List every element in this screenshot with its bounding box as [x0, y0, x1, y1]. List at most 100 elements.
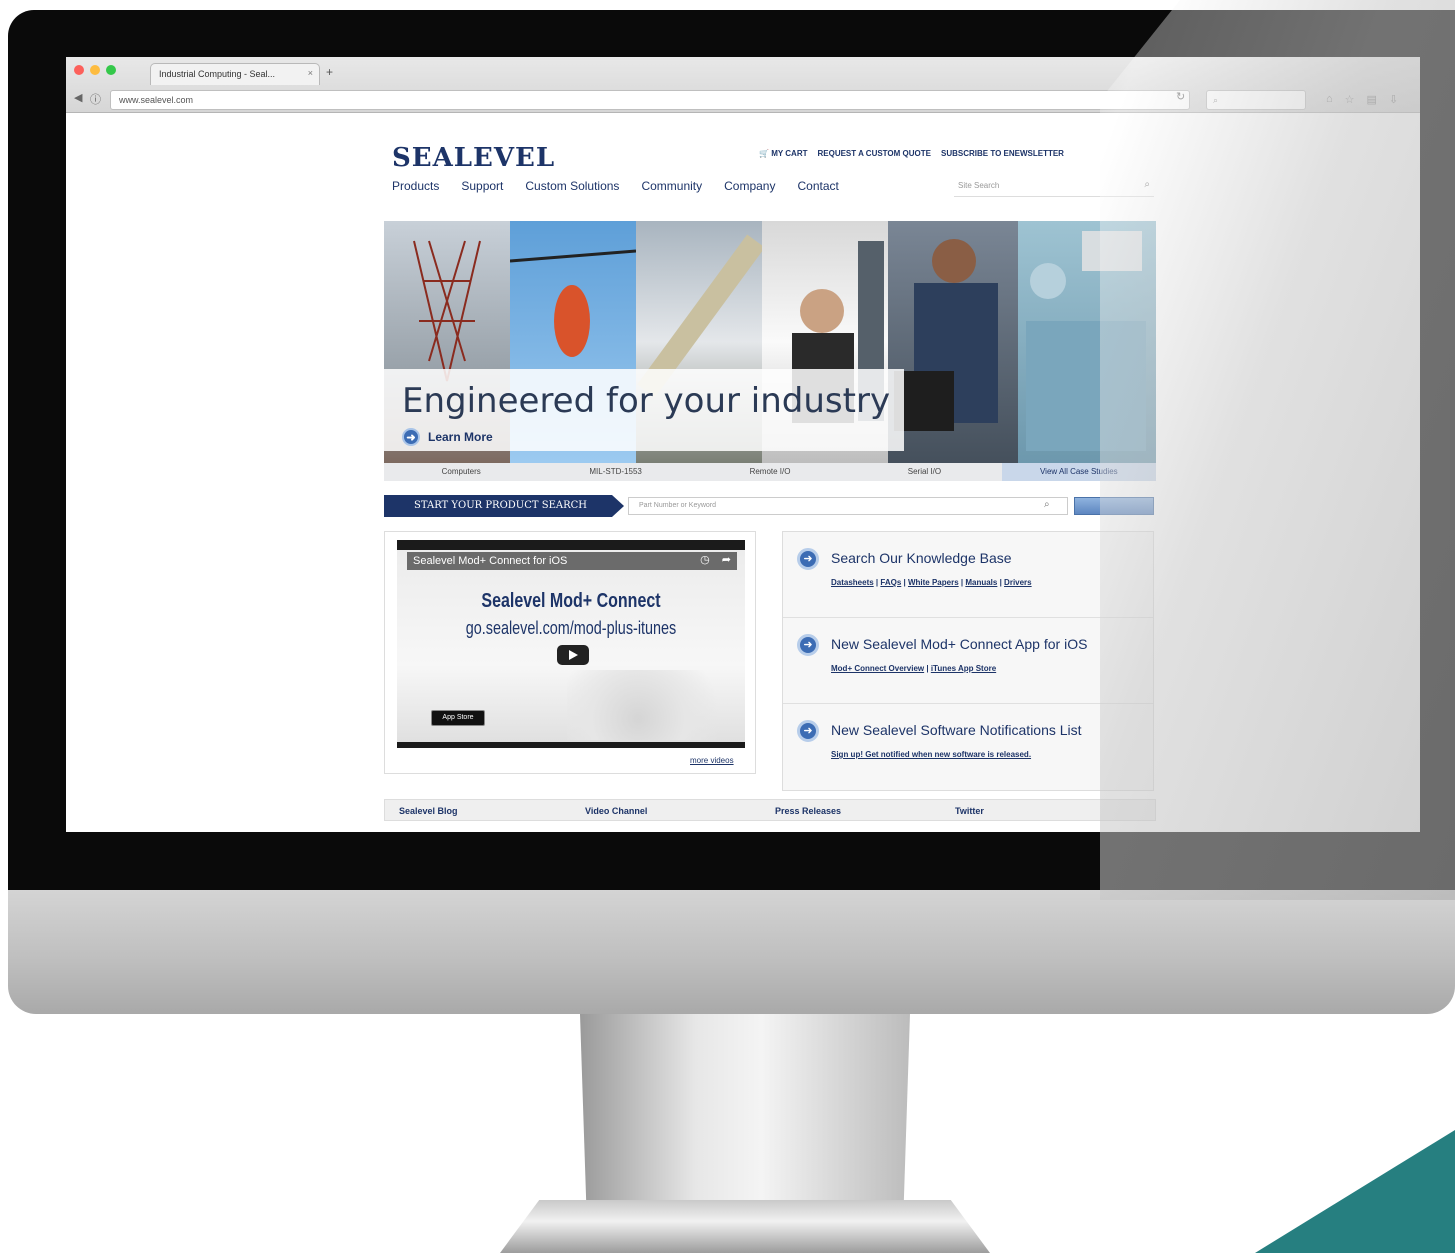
product-search-icon[interactable]: ⌕	[1044, 499, 1050, 510]
bookmark-star-icon[interactable]: ☆	[1345, 93, 1355, 106]
nav-company[interactable]: Company	[724, 179, 775, 193]
arrow-circle-icon: ➜	[797, 634, 819, 656]
product-search-label: START YOUR PRODUCT SEARCH	[384, 495, 624, 517]
mod-connect-links: Mod+ Connect Overview | iTunes App Store	[831, 664, 997, 673]
arrow-circle-icon: ➜	[797, 548, 819, 570]
newsletter-link[interactable]: SUBSCRIBE TO ENEWSLETTER	[941, 149, 1064, 158]
video-title: Sealevel Mod+ Connect for iOS	[407, 552, 737, 570]
knowledge-column: ➜ Search Our Knowledge Base Datasheets |…	[782, 531, 1154, 791]
faqs-link[interactable]: FAQs	[880, 578, 901, 587]
software-notifications-title[interactable]: New Sealevel Software Notifications List	[831, 722, 1082, 738]
more-videos-link[interactable]: more videos	[690, 756, 734, 765]
stage: Industrial Computing - Seal... × + ◀ ⓘ w…	[0, 0, 1455, 1253]
watch-later-icon[interactable]: ◷	[700, 553, 710, 566]
video-card: Sealevel Mod+ Connect for iOS ◷ ➦ Sealev…	[384, 531, 756, 774]
product-search-bar: START YOUR PRODUCT SEARCH Part Number or…	[384, 495, 1156, 517]
knowledge-base-title[interactable]: Search Our Knowledge Base	[831, 550, 1012, 566]
search-icon[interactable]: ⌕	[1144, 179, 1150, 190]
new-tab-button[interactable]: +	[326, 65, 333, 79]
hero-headline: Engineered for your industry	[402, 381, 891, 421]
case-mil-std[interactable]: MIL-STD-1553	[538, 463, 692, 481]
video-url-text: go.sealevel.com/mod-plus-itunes	[465, 618, 677, 638]
window-controls	[74, 65, 116, 75]
minimize-window-button[interactable]	[90, 65, 100, 75]
browser-tab-title: Industrial Computing - Seal...	[159, 69, 276, 79]
app-store-badge: App Store	[431, 710, 485, 726]
video-channel-link[interactable]: Video Channel	[585, 806, 647, 816]
main-nav: Products Support Custom Solutions Commun…	[392, 179, 839, 193]
twitter-link[interactable]: Twitter	[955, 806, 984, 816]
browser-chrome: Industrial Computing - Seal... × + ◀ ⓘ w…	[66, 57, 1420, 113]
mod-connect-title[interactable]: New Sealevel Mod+ Connect App for iOS	[831, 636, 1087, 652]
blog-link[interactable]: Sealevel Blog	[399, 806, 458, 816]
back-arrow-icon[interactable]: ◀	[74, 91, 82, 104]
toolbar-icons: ⌂ ☆ ▤ ⇩	[1326, 93, 1398, 106]
nav-products[interactable]: Products	[392, 179, 439, 193]
knowledge-base-item: ➜ Search Our Knowledge Base Datasheets |…	[783, 532, 1153, 618]
learn-more-link[interactable]: ➜ Learn More	[402, 428, 493, 446]
play-button-icon[interactable]	[557, 645, 589, 665]
technician-graphic	[894, 239, 998, 431]
video-player[interactable]: Sealevel Mod+ Connect for iOS ◷ ➦ Sealev…	[397, 540, 745, 748]
arrow-circle-icon: ➜	[797, 720, 819, 742]
drivers-link[interactable]: Drivers	[1004, 578, 1032, 587]
video-icons: ◷ ➦	[700, 553, 731, 566]
reading-list-icon[interactable]: ▤	[1367, 93, 1377, 106]
download-icon[interactable]: ⇩	[1389, 93, 1398, 106]
case-remote-io[interactable]: Remote I/O	[693, 463, 847, 481]
cart-label: MY CART	[771, 149, 808, 158]
mod-connect-item: ➜ New Sealevel Mod+ Connect App for iOS …	[783, 618, 1153, 704]
learn-more-label: Learn More	[428, 430, 493, 444]
hero-banner: Engineered for your industry ➜ Learn Mor…	[384, 221, 1156, 463]
site-search-input[interactable]: Site Search ⌕	[954, 175, 1154, 197]
reload-icon[interactable]: ↻	[1176, 90, 1185, 103]
nav-support[interactable]: Support	[461, 179, 503, 193]
hero-photo-technician	[888, 221, 1018, 463]
nav-community[interactable]: Community	[641, 179, 702, 193]
monitor-stand-neck	[580, 1014, 910, 1214]
case-study-tabs: Computers MIL-STD-1553 Remote I/O Serial…	[384, 463, 1157, 481]
monitor-stand-foot	[500, 1200, 990, 1253]
case-serial-io[interactable]: Serial I/O	[847, 463, 1001, 481]
product-search-input[interactable]: Part Number or Keyword	[628, 497, 1068, 515]
screen: Industrial Computing - Seal... × + ◀ ⓘ w…	[66, 57, 1420, 832]
share-icon[interactable]: ➦	[722, 553, 731, 566]
tab-close-icon[interactable]: ×	[308, 68, 313, 78]
browser-search-input[interactable]: ⌕	[1206, 90, 1306, 110]
hero-photo-surgery	[1018, 221, 1156, 463]
itunes-app-store-link[interactable]: iTunes App Store	[931, 664, 996, 673]
utility-links: 🛒 MY CART REQUEST A CUSTOM QUOTE SUBSCRI…	[759, 149, 1064, 158]
case-view-all[interactable]: View All Case Studies	[1001, 463, 1157, 481]
browser-tab[interactable]: Industrial Computing - Seal... ×	[150, 63, 320, 85]
teal-corner-decoration	[1255, 1130, 1455, 1253]
surgery-graphic	[1026, 231, 1146, 451]
case-computers[interactable]: Computers	[384, 463, 538, 481]
white-papers-link[interactable]: White Papers	[908, 578, 959, 587]
site-search-placeholder: Site Search	[958, 181, 1000, 190]
browser-toolbar: ◀ ⓘ www.sealevel.com ↻ ⌕ ⌂ ☆ ▤ ⇩	[66, 87, 1420, 113]
signup-link[interactable]: Sign up! Get notified when new software …	[831, 750, 1031, 759]
sealevel-logo[interactable]: SEALEVEL	[392, 143, 555, 173]
arrow-circle-icon: ➜	[402, 428, 420, 446]
product-search-button[interactable]	[1074, 497, 1154, 515]
software-notifications-links: Sign up! Get notified when new software …	[831, 750, 1031, 759]
mod-connect-overview-link[interactable]: Mod+ Connect Overview	[831, 664, 924, 673]
home-icon[interactable]: ⌂	[1326, 93, 1333, 106]
info-icon[interactable]: ⓘ	[90, 91, 101, 107]
manuals-link[interactable]: Manuals	[965, 578, 997, 587]
nav-custom-solutions[interactable]: Custom Solutions	[525, 179, 619, 193]
social-links-bar: Sealevel Blog Video Channel Press Releas…	[384, 799, 1156, 821]
press-releases-link[interactable]: Press Releases	[775, 806, 841, 816]
software-notifications-item: ➜ New Sealevel Software Notifications Li…	[783, 704, 1153, 790]
close-window-button[interactable]	[74, 65, 84, 75]
monitor-chin	[8, 890, 1455, 1014]
custom-quote-link[interactable]: REQUEST A CUSTOM QUOTE	[817, 149, 931, 158]
datasheets-link[interactable]: Datasheets	[831, 578, 874, 587]
zoom-window-button[interactable]	[106, 65, 116, 75]
address-bar[interactable]: www.sealevel.com	[110, 90, 1190, 110]
hexagon-pattern	[567, 670, 745, 740]
video-headline: Sealevel Mod+ Connect	[481, 590, 661, 612]
nav-contact[interactable]: Contact	[797, 179, 838, 193]
cart-link[interactable]: 🛒 MY CART	[759, 149, 807, 158]
knowledge-base-links: Datasheets | FAQs | White Papers | Manua…	[831, 578, 1032, 587]
